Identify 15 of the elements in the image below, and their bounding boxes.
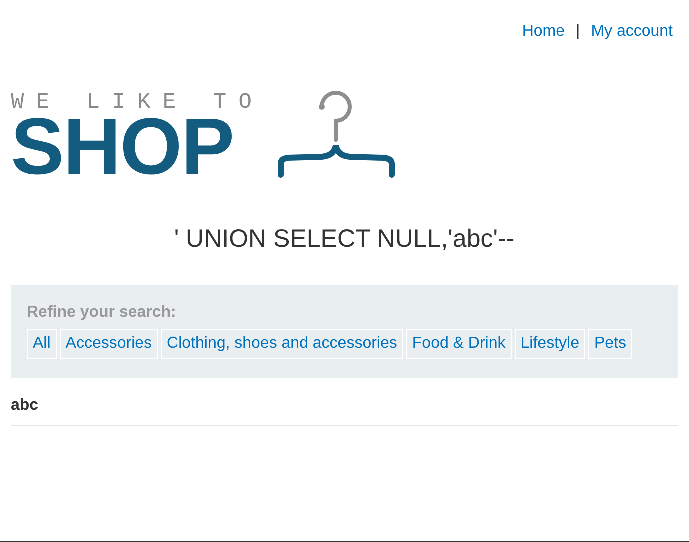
logo-text: SHOP (11, 114, 234, 180)
category-filter-link[interactable]: Accessories (60, 329, 158, 359)
nav-link[interactable]: Home (522, 20, 566, 44)
search-heading: ' UNION SELECT NULL,'abc'-- (173, 224, 516, 254)
category-filter-link[interactable]: Pets (588, 329, 632, 359)
filter-label: Refine your search: (27, 303, 178, 323)
category-filter-link[interactable]: Food & Drink (406, 329, 512, 359)
category-filter-link[interactable]: All (27, 329, 57, 359)
logo-tagline: WE LIKE TO (11, 92, 264, 114)
hanger-icon (278, 88, 396, 178)
category-filter-link[interactable]: Clothing, shoes and accessories (161, 329, 404, 359)
separator: | (576, 22, 580, 42)
result-title: abc (11, 397, 39, 414)
category-filter-link[interactable]: Lifestyle (514, 329, 586, 359)
nav-link[interactable]: My account (591, 20, 673, 44)
